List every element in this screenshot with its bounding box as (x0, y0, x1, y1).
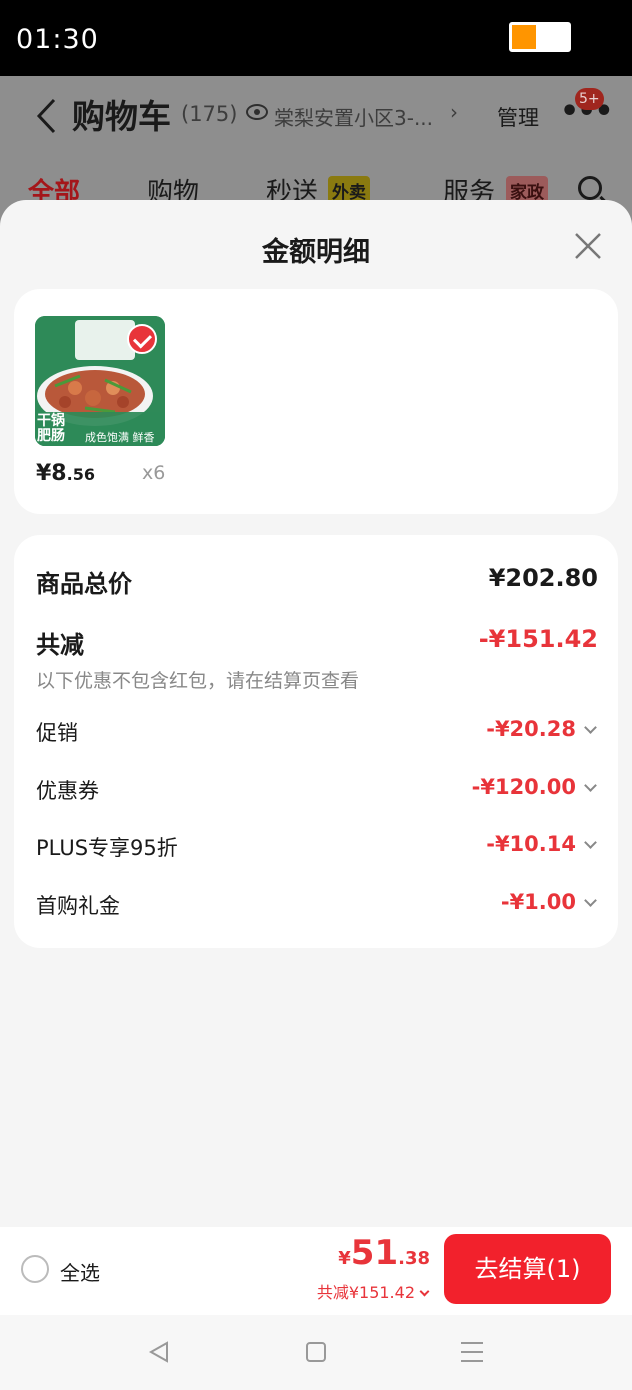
saved-amount-text: 共减¥151.42 (316, 1283, 415, 1302)
checkout-bar: 全选 ¥51.38 共减¥151.42 去结算(1) (0, 1227, 632, 1315)
status-time: 01:30 (16, 24, 99, 55)
discount-value: -¥120.00 (471, 775, 576, 799)
total-value: ¥202.80 (488, 564, 598, 592)
product-image[interactable]: 干锅肥肠 成色饱满 鲜香入味 (35, 316, 165, 446)
nav-home-icon[interactable] (306, 1342, 326, 1362)
select-all-radio[interactable] (21, 1255, 49, 1283)
product-price-decimal: .56 (66, 465, 95, 484)
reduction-label: 共减 (36, 631, 84, 659)
check-icon (127, 324, 157, 354)
battery-icon (509, 22, 571, 52)
cart-title: 购物车 (72, 97, 171, 136)
product-card: 干锅肥肠 成色饱满 鲜香入味 ¥8.56 x6 (14, 289, 618, 514)
nav-back-icon[interactable] (148, 1341, 170, 1363)
sheet-title: 金额明细 (262, 237, 370, 268)
product-price-int: ¥8 (36, 461, 67, 486)
chevron-down-icon (419, 1286, 430, 1297)
status-bar: 01:30 (0, 0, 632, 76)
reduction-value: -¥151.42 (478, 625, 598, 653)
product-quantity: x6 (142, 462, 166, 484)
product-image-slogan: 成色饱满 鲜香入味 (85, 431, 155, 444)
product-image-text: 干锅肥肠 (37, 413, 65, 444)
address-text[interactable]: 棠梨安置小区3-... (274, 102, 433, 131)
message-badge: 5+ (575, 88, 604, 110)
chevron-right-icon: › (450, 100, 458, 124)
system-nav-bar (0, 1315, 632, 1390)
manage-button[interactable]: 管理 (497, 102, 539, 132)
total-payable-currency: ¥ (338, 1248, 351, 1269)
discount-value: -¥20.28 (486, 717, 576, 741)
discount-label: 首购礼金 (36, 894, 120, 918)
discount-note: 以下优惠不包含红包，请在结算页查看 (36, 670, 360, 692)
cart-count: (175) (181, 102, 238, 126)
saved-amount[interactable]: 共减¥151.42 (316, 1279, 430, 1303)
close-icon[interactable] (572, 230, 604, 262)
total-payable-decimal: .38 (398, 1248, 430, 1269)
total-payable-int: 51 (350, 1233, 399, 1273)
back-icon[interactable] (34, 96, 58, 136)
total-label: 商品总价 (36, 570, 132, 598)
product-price: ¥8.56 (36, 461, 95, 486)
amount-details-sheet: 金额明细 干锅肥肠 成色饱满 鲜香入味 ¥8.56 x6 (0, 200, 632, 1227)
total-payable: ¥51.38 (338, 1233, 430, 1273)
eye-icon (246, 104, 268, 120)
discount-label: 优惠券 (36, 779, 99, 803)
discount-label: 促销 (36, 721, 78, 745)
discount-value: -¥1.00 (500, 890, 576, 914)
search-icon[interactable] (578, 176, 602, 200)
discount-label: PLUS专享95折 (36, 836, 178, 860)
battery-level (512, 25, 536, 49)
select-all-label[interactable]: 全选 (60, 1257, 100, 1286)
checkout-button[interactable]: 去结算(1) (444, 1234, 611, 1304)
discount-value: -¥10.14 (486, 832, 576, 856)
nav-menu-icon[interactable] (461, 1342, 483, 1362)
price-summary-card: 商品总价 ¥202.80 共减 -¥151.42 以下优惠不包含红包，请在结算页… (14, 535, 618, 948)
